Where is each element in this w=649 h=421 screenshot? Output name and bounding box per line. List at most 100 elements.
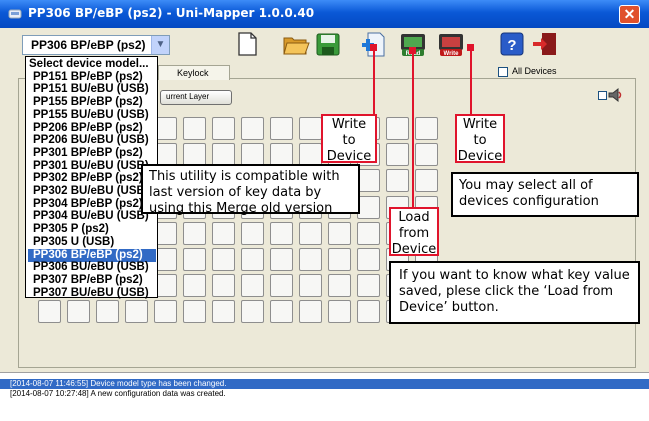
model-list-item[interactable]: PP306 BP/eBP (ps2) — [28, 248, 156, 262]
key-slot[interactable] — [270, 300, 293, 324]
callout-connector — [373, 47, 375, 114]
load-from-device-note: If you want to know what key value saved… — [389, 261, 640, 324]
model-list-item[interactable]: PP304 BP/eBP (ps2) — [28, 198, 156, 211]
question-icon: ? — [500, 32, 524, 56]
save-button[interactable] — [313, 29, 343, 59]
write-chip-icon: Write — [439, 34, 463, 57]
callout-marker — [409, 47, 416, 54]
key-slot[interactable] — [241, 221, 264, 245]
help-button[interactable]: ? — [497, 29, 527, 59]
key-slot[interactable] — [415, 143, 438, 167]
key-slot[interactable] — [299, 274, 322, 298]
model-list-item[interactable]: PP307 BU/eBU (USB) — [28, 287, 156, 300]
tab-keylock[interactable]: Keylock — [158, 65, 230, 80]
key-slot[interactable] — [212, 248, 235, 271]
model-list-item[interactable]: PP206 BP/eBP (ps2) — [28, 122, 156, 135]
select-all-note: You may select all of devices configurat… — [451, 172, 639, 217]
model-list-item[interactable]: PP301 BU/eBU (USB) — [28, 160, 156, 173]
key-slot[interactable] — [328, 248, 351, 271]
key-slot[interactable] — [328, 300, 351, 324]
key-slot[interactable] — [154, 300, 177, 324]
key-slot[interactable] — [241, 300, 264, 324]
key-slot[interactable] — [212, 143, 235, 167]
new-file-button[interactable] — [232, 29, 262, 59]
current-layer-button[interactable]: urrent Layer — [160, 90, 232, 105]
close-button[interactable]: ✕ — [619, 5, 640, 24]
key-slot[interactable] — [270, 221, 293, 245]
key-slot[interactable] — [328, 221, 351, 245]
model-list-item[interactable]: PP301 BP/eBP (ps2) — [28, 147, 156, 160]
model-list-item[interactable]: PP305 P (ps2) — [28, 223, 156, 236]
key-slot[interactable] — [183, 221, 206, 245]
key-slot[interactable] — [241, 274, 264, 298]
app-window: PP306 BP/eBP (ps2) - Uni-Mapper 1.0.0.40… — [0, 0, 649, 421]
key-slot[interactable] — [357, 221, 380, 245]
model-list-item[interactable]: PP155 BU/eBU (USB) — [28, 109, 156, 122]
key-slot[interactable] — [212, 274, 235, 298]
callout-connector — [470, 47, 472, 114]
model-list-item[interactable]: PP151 BU/eBU (USB) — [28, 83, 156, 96]
key-slot[interactable] — [183, 117, 206, 140]
app-icon — [8, 9, 22, 19]
key-slot[interactable] — [357, 274, 380, 298]
model-list-item[interactable]: PP206 BU/eBU (USB) — [28, 134, 156, 147]
exit-button[interactable] — [530, 29, 560, 59]
key-slot[interactable] — [270, 143, 293, 167]
device-model-select[interactable]: PP306 BP/eBP (ps2) — [22, 35, 170, 55]
key-slot[interactable] — [328, 274, 351, 298]
key-slot[interactable] — [270, 248, 293, 271]
speaker-icon[interactable] — [606, 86, 624, 104]
key-slot[interactable] — [386, 143, 409, 167]
key-slot[interactable] — [241, 117, 264, 140]
model-list-item[interactable]: PP306 BU/eBU (USB) — [28, 261, 156, 274]
key-slot[interactable] — [357, 248, 380, 271]
key-slot[interactable] — [386, 169, 409, 193]
open-folder-button[interactable] — [281, 29, 311, 59]
key-slot[interactable] — [357, 195, 380, 219]
key-slot[interactable] — [241, 143, 264, 167]
key-slot[interactable] — [183, 274, 206, 298]
model-list-item[interactable]: PP151 BP/eBP (ps2) — [28, 71, 156, 84]
key-slot[interactable] — [183, 143, 206, 167]
key-slot[interactable] — [270, 274, 293, 298]
model-list-placeholder[interactable]: Select device model... — [28, 58, 156, 71]
model-list-item[interactable]: PP304 BU/eBU (USB) — [28, 210, 156, 223]
device-model-list[interactable]: Select device model... PP151 BP/eBP (ps2)… — [25, 56, 158, 300]
model-list-item[interactable]: PP305 U (USB) — [28, 236, 156, 249]
key-slot[interactable] — [212, 221, 235, 245]
key-slot[interactable] — [415, 117, 438, 140]
key-slot[interactable] — [241, 248, 264, 271]
key-slot[interactable] — [415, 169, 438, 193]
exit-door-icon — [533, 33, 556, 55]
model-list-item[interactable]: PP155 BP/eBP (ps2) — [28, 96, 156, 109]
key-slot[interactable] — [299, 221, 322, 245]
key-slot[interactable] — [67, 300, 90, 324]
key-slot[interactable] — [183, 248, 206, 271]
callout-marker — [370, 44, 377, 51]
key-slot[interactable] — [96, 300, 119, 324]
write-device-button[interactable]: Write — [436, 29, 466, 59]
title-bar[interactable]: PP306 BP/eBP (ps2) - Uni-Mapper 1.0.0.40… — [0, 0, 649, 28]
key-slot[interactable] — [38, 300, 61, 324]
key-slot[interactable] — [299, 300, 322, 324]
svg-text:Write: Write — [444, 51, 460, 57]
all-devices-checkbox[interactable] — [498, 67, 508, 77]
key-slot[interactable] — [212, 117, 235, 140]
model-list-item[interactable]: PP307 BP/eBP (ps2) — [28, 274, 156, 287]
key-slot[interactable] — [386, 117, 409, 140]
model-list-item[interactable]: PP302 BP/eBP (ps2) — [28, 172, 156, 185]
key-slot[interactable] — [183, 300, 206, 324]
key-slot[interactable] — [299, 248, 322, 271]
key-slot[interactable] — [212, 300, 235, 324]
log-line[interactable]: [2014-08-07 10:27:48] A new configuratio… — [10, 389, 226, 399]
key-slot[interactable] — [299, 143, 322, 167]
log-line[interactable]: [2014-08-07 11:46:55] Device model type … — [0, 379, 649, 389]
chevron-down-icon[interactable]: ▼ — [151, 36, 169, 54]
key-slot[interactable] — [357, 169, 380, 193]
model-list-item[interactable]: PP302 BU/eBU (USB) — [28, 185, 156, 198]
key-slot[interactable] — [357, 300, 380, 324]
key-slot[interactable] — [125, 300, 148, 324]
key-slot[interactable] — [299, 117, 322, 140]
callout-connector — [412, 50, 414, 207]
key-slot[interactable] — [270, 117, 293, 140]
